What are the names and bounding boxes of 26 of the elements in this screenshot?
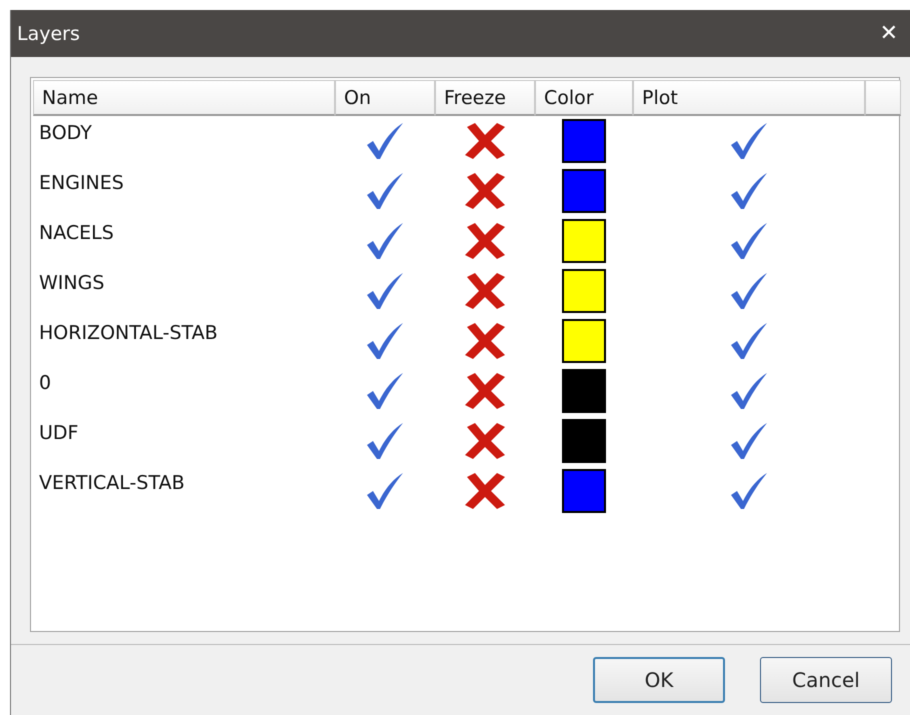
color-swatch[interactable] — [562, 219, 606, 263]
layer-name[interactable]: BODY — [33, 116, 335, 166]
layer-name[interactable]: WINGS — [33, 266, 335, 316]
layer-name[interactable]: VERTICAL-STAB — [33, 466, 335, 516]
column-header[interactable]: Name — [33, 80, 335, 116]
color-swatch[interactable] — [562, 369, 606, 413]
color-swatch[interactable] — [562, 319, 606, 363]
column-header[interactable]: Freeze — [435, 80, 535, 116]
color-swatch[interactable] — [562, 169, 606, 213]
layer-name[interactable]: NACELS — [33, 216, 335, 266]
cancel-button[interactable]: Cancel — [760, 657, 892, 703]
window-title: Layers — [17, 22, 80, 44]
color-swatch[interactable] — [562, 269, 606, 313]
layer-name[interactable]: ENGINES — [33, 166, 335, 216]
layer-name[interactable]: UDF — [33, 416, 335, 466]
color-swatch[interactable] — [562, 469, 606, 513]
color-swatch[interactable] — [562, 419, 606, 463]
layer-name[interactable]: 0 — [33, 366, 335, 416]
column-header[interactable]: Plot — [633, 80, 865, 116]
ok-button[interactable]: OK — [593, 657, 725, 703]
column-header — [865, 80, 901, 116]
column-header[interactable]: Color — [535, 80, 633, 116]
close-button[interactable]: ✕ — [876, 21, 902, 46]
layer-name[interactable]: HORIZONTAL-STAB — [33, 316, 335, 366]
column-header[interactable]: On — [335, 80, 435, 116]
color-swatch[interactable] — [562, 119, 606, 163]
